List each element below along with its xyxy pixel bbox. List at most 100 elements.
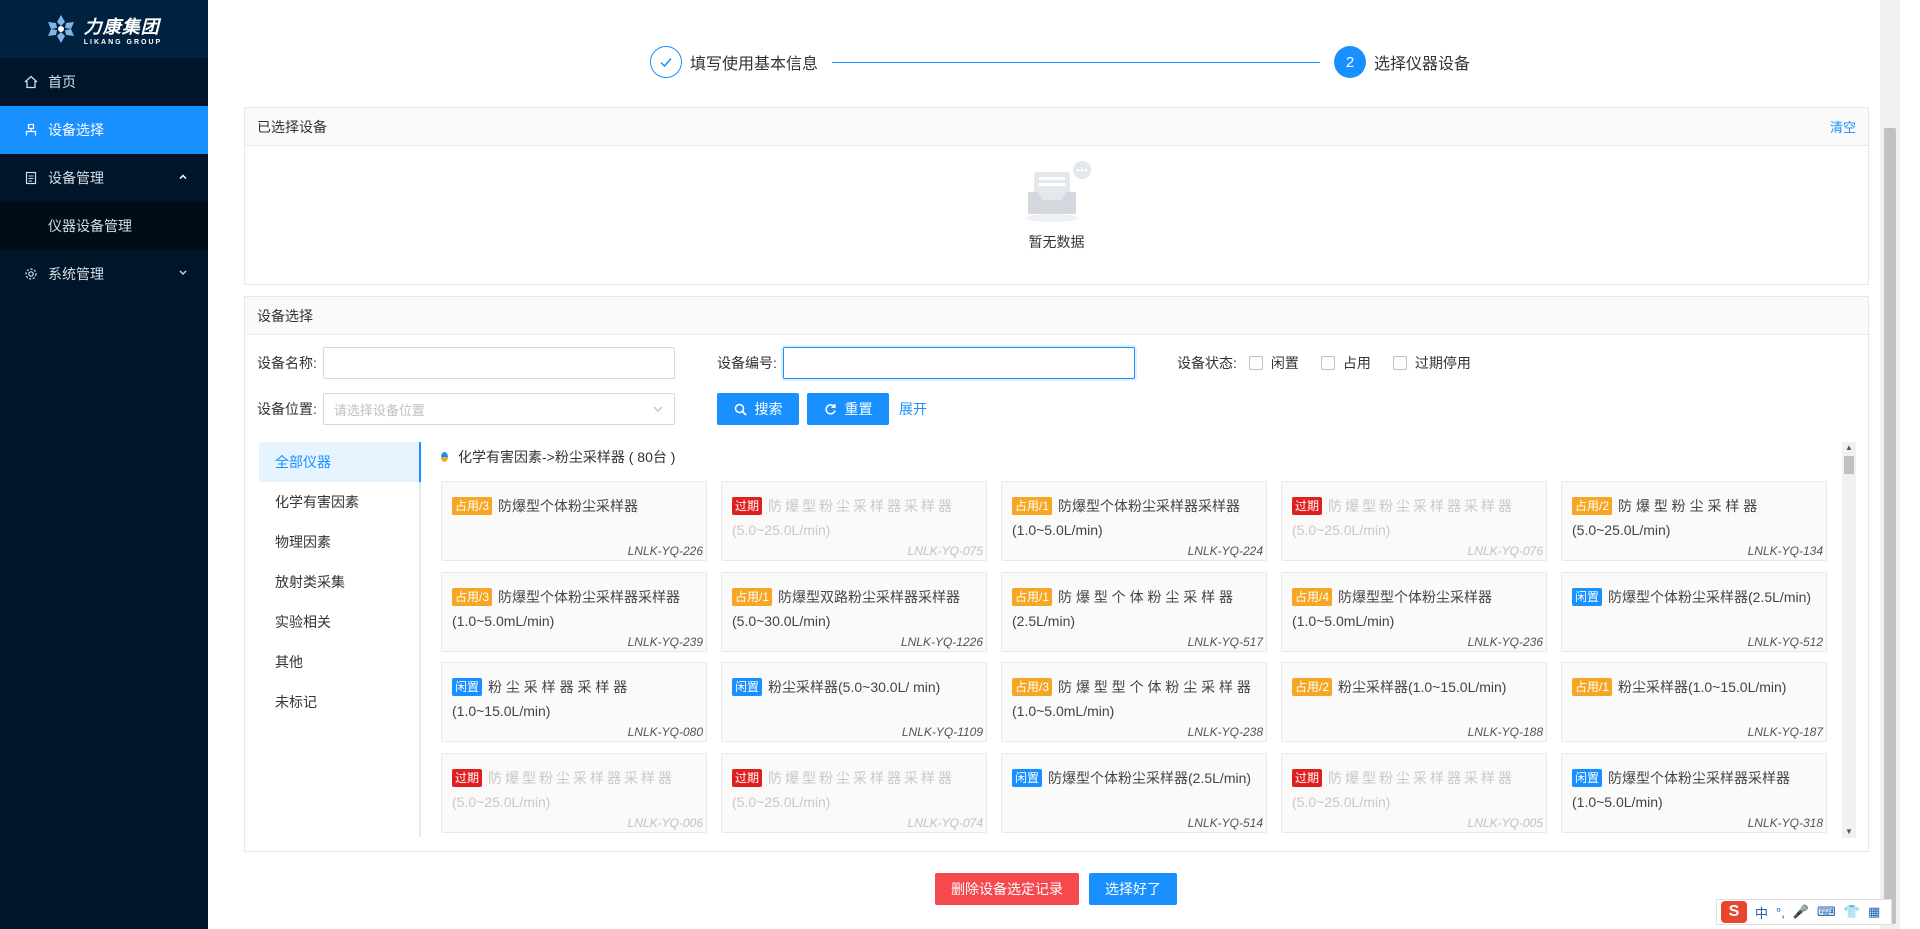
toolbox-icon[interactable]: ▦ (1868, 904, 1880, 920)
device-title: 占用/4 防爆型型个体粉尘采样器 (1.0~5.0mL/min) (1292, 585, 1536, 633)
category-untagged[interactable]: 未标记 (259, 682, 419, 722)
device-card[interactable]: 闲置 防爆型个体粉尘采样器(2.5L/min) LNLK-YQ-514 (1001, 752, 1267, 833)
device-card[interactable]: 闲置 粉尘采样器(5.0~30.0L/ min) LNLK-YQ-1109 (721, 662, 987, 742)
device-code-input[interactable] (782, 347, 1135, 379)
main-content: 填写使用基本信息 2 选择仪器设备 已选择设备 清空 暂无数据 设备选择 设备名… (208, 0, 1900, 929)
sidebar-subitem-label: 仪器设备管理 (48, 218, 132, 234)
empty-state: 暂无数据 (245, 146, 1868, 252)
sidebar-item-home[interactable]: 首页 (0, 58, 208, 106)
step-2-label: 选择仪器设备 (1373, 56, 1470, 73)
scroll-down-icon[interactable]: ▼ (1842, 826, 1856, 838)
device-code: LNLK-YQ-006 (627, 815, 703, 830)
skin-icon[interactable]: 👕 (1844, 904, 1860, 920)
scroll-thumb[interactable] (1844, 456, 1854, 474)
device-card[interactable]: 占用/2 防 爆 型 粉 尘 采 样 器 (5.0~25.0L/min) LNLK-Y… (1561, 481, 1827, 561)
status-badge: 占用/1 (1012, 587, 1053, 606)
chevron-down-icon (178, 268, 188, 281)
ime-lang[interactable]: 中 (1755, 903, 1768, 922)
device-card[interactable]: 过期 防爆型粉尘采样器采样器 (5.0~25.0L/min) LNLK-YQ-075 (721, 481, 987, 561)
sidebar-item-device-management[interactable]: 设备管理 (0, 154, 208, 202)
device-spec: (1.0~5.0mL/min) (1012, 703, 1115, 719)
category-physical[interactable]: 物理因素 (259, 522, 419, 562)
device-card[interactable]: 闲置 防爆型个体粉尘采样器采样器 (1.0~5.0L/min) LNLK-YQ-318 (1561, 752, 1827, 833)
device-card[interactable]: 过期 防爆型粉尘采样器采样器 (5.0~25.0L/min) LNLK-YQ-005 (1281, 752, 1547, 833)
chevron-down-icon (653, 406, 663, 412)
device-card[interactable]: 占用/1 防爆型双路粉尘采样器采样器 (5.0~30.0L/min) LNLK-YQ-… (721, 571, 987, 652)
sidebar-item-system-management[interactable]: 系统管理 (0, 250, 208, 298)
device-card[interactable]: 占用/2 粉尘采样器(1.0~15.0L/min) LNLK-YQ-188 (1281, 662, 1547, 742)
step-1-label: 填写使用基本信息 (690, 56, 819, 73)
device-code: LNLK-YQ-238 (1187, 725, 1263, 739)
device-card[interactable]: 过期 防爆型粉尘采样器采样器 (5.0~25.0L/min) LNLK-YQ-076 (1281, 481, 1547, 561)
device-code: LNLK-YQ-075 (907, 544, 983, 558)
search-icon (734, 403, 747, 416)
device-code: LNLK-YQ-1226 (900, 634, 983, 649)
clear-link[interactable]: 清空 (1830, 117, 1856, 136)
sidebar-item-device-select[interactable]: 设备选择 (0, 106, 208, 154)
device-card[interactable]: 占用/3 防 爆 型 型 个 体 粉 尘 采 样 器 (1.0~5.0mL/min)… (1001, 662, 1267, 742)
device-spec: (5.0~25.0L/min) (1292, 793, 1391, 810)
status-badge: 闲置 (1572, 587, 1603, 606)
device-card[interactable]: 闲置粉 尘 采 样 器 采 样 器 (1.0~15.0L/min) LNLK-YQ-… (441, 662, 707, 742)
device-card[interactable]: 闲置 防爆型个体粉尘采样器(2.5L/min) LNLK-YQ-512 (1561, 571, 1827, 652)
sidebar-subitem-instrument-management[interactable]: 仪器设备管理 (0, 202, 208, 250)
status-expired-checkbox[interactable]: 过期停用 (1392, 353, 1471, 373)
device-card[interactable]: 过期 防爆型粉尘采样器采样器 (5.0~25.0L/min) LNLK-YQ-006 (441, 752, 707, 833)
device-select-icon (24, 123, 38, 137)
device-title: 闲置 粉尘采样器(5.0~30.0L/ min) (732, 675, 976, 699)
category-other[interactable]: 其他 (259, 642, 419, 682)
device-location-select[interactable]: 请选择设备位置 (322, 393, 675, 425)
snowflake-logo-icon (47, 15, 74, 43)
device-card[interactable]: 占用/3 防爆型个体粉尘采样器采样器 (1.0~5.0mL/min) LNLK-YQ-… (441, 571, 707, 652)
device-spec: (1.0~5.0mL/min) (452, 612, 555, 629)
device-spec: (1.0~15.0L/min) (452, 703, 551, 719)
device-code: LNLK-YQ-224 (1187, 544, 1263, 558)
category-breadcrumb: 化学有害因素->粉尘采样器 ( 80台 ) (441, 447, 675, 467)
keyboard-icon[interactable]: ⌨ (1817, 904, 1836, 920)
category-radiation[interactable]: 放射类采集 (259, 562, 419, 602)
device-name: 防 爆 型 粉 尘 采 样 器 (1618, 498, 1758, 514)
reset-button[interactable]: 重置 (807, 393, 889, 425)
breadcrumb-text: 化学有害因素->粉尘采样器 ( 80台 ) (458, 449, 676, 465)
device-code-label: 设备编号: (717, 355, 777, 371)
empty-inbox-icon (1025, 161, 1091, 222)
selected-panel-title: 已选择设备 (257, 118, 327, 135)
scroll-up-icon[interactable]: ▲ (1842, 442, 1856, 454)
device-title: 占用/3 防 爆 型 型 个 体 粉 尘 采 样 器 (1.0~5.0mL/min) (1012, 675, 1256, 723)
device-card[interactable]: 占用/4 防爆型型个体粉尘采样器 (1.0~5.0mL/min) LNLK-YQ-23… (1281, 571, 1547, 652)
category-lab[interactable]: 实验相关 (259, 602, 419, 642)
confirm-selection-button[interactable]: 选择好了 (1089, 873, 1177, 905)
status-idle-checkbox[interactable]: 闲置 (1248, 353, 1299, 373)
device-card[interactable]: 占用/1 防 爆 型 个 体 粉 尘 采 样 器 (2.5L/min) LNLK-YQ… (1001, 571, 1267, 652)
device-card[interactable]: 占用/1 粉尘采样器(1.0~15.0L/min) LNLK-YQ-187 (1561, 662, 1827, 742)
sogou-logo-icon[interactable]: S (1721, 901, 1747, 923)
microphone-icon[interactable]: 🎤 (1793, 904, 1809, 920)
device-card[interactable]: 过期 防爆型粉尘采样器采样器 (5.0~25.0L/min) LNLK-YQ-074 (721, 752, 987, 833)
device-title: 占用/3 防爆型个体粉尘采样器采样器 (1.0~5.0mL/min) (452, 585, 696, 633)
device-name-input[interactable] (322, 347, 675, 379)
device-title: 过期 防爆型粉尘采样器采样器 (5.0~25.0L/min) (1292, 494, 1536, 542)
status-occupied-checkbox[interactable]: 占用 (1320, 353, 1371, 373)
steps: 填写使用基本信息 2 选择仪器设备 (650, 45, 1470, 79)
device-card[interactable]: 占用/3 防爆型个体粉尘采样器 LNLK-YQ-226 (441, 481, 707, 561)
step-2-number: 2 (1333, 46, 1366, 78)
expand-link[interactable]: 展开 (899, 399, 927, 419)
device-list-scrollbar[interactable]: ▲ ▼ (1842, 442, 1856, 838)
category-all[interactable]: 全部仪器 (259, 442, 421, 482)
category-chemical[interactable]: 化学有害因素 (259, 482, 419, 522)
page-scroll-thumb[interactable] (1884, 128, 1896, 924)
device-code: LNLK-YQ-187 (1747, 725, 1823, 739)
search-button[interactable]: 搜索 (717, 393, 799, 425)
device-title: 过期 防爆型粉尘采样器采样器 (5.0~25.0L/min) (1292, 766, 1536, 814)
device-title: 闲置 防爆型个体粉尘采样器采样器 (1.0~5.0L/min) (1572, 766, 1816, 814)
device-spec: (2.5L/min) (1012, 612, 1076, 629)
device-code: LNLK-YQ-134 (1747, 544, 1823, 558)
status-badge: 过期 (452, 768, 483, 787)
ime-punct[interactable]: °, (1776, 905, 1785, 920)
page-scrollbar[interactable] (1880, 0, 1900, 929)
delete-selection-button[interactable]: 删除设备选定记录 (935, 873, 1079, 905)
brand-logo[interactable]: 力康集团 LIKANG GROUP (0, 0, 208, 58)
status-badge: 占用/1 (1012, 497, 1053, 515)
device-card[interactable]: 占用/1 防爆型个体粉尘采样器采样器 (1.0~5.0L/min) LNLK-YQ-2… (1001, 481, 1267, 561)
device-status-label: 设备状态: (1177, 355, 1237, 371)
